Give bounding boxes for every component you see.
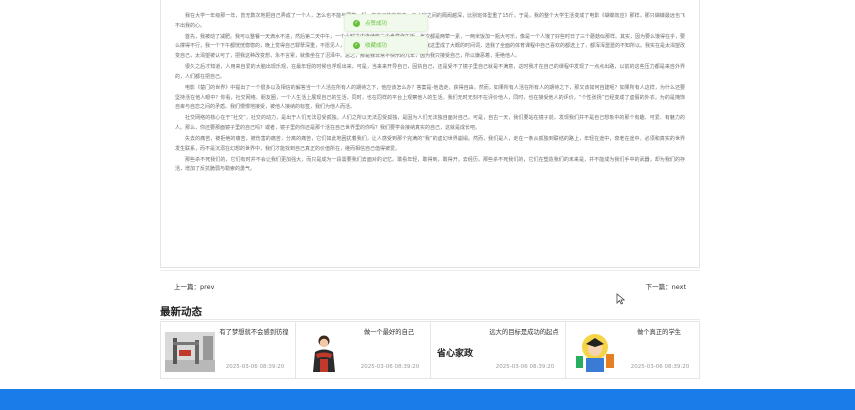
news-thumbnail[interactable] [300,332,350,372]
news-item[interactable]: 省心家政 远大的目标是成功的起点 2025-03-06 08:39:20 [430,321,565,379]
article-paragraph: 那些杀不死我们的，它们有时并不会让我们更加强大，而只是成为一段需要我们去面对的记… [175,156,685,173]
section-divider [160,319,700,320]
news-item[interactable]: 做一个最好的自己 2025-03-06 08:39:20 [295,321,430,379]
news-title[interactable]: 做一个最好的自己 [352,328,426,337]
latest-news-title: 最新动态 [160,306,202,318]
news-title[interactable]: 做个真正的学生 [622,328,696,337]
article-paragraph: 社交网络的核心在于“社交”，社交的动力，是出于人们无法忍受孤独。人们之所以无法忍… [175,115,685,131]
news-thumbnail[interactable] [165,332,215,372]
news-date: 2025-03-06 08:39:20 [360,364,420,370]
footer-bar [0,389,855,410]
check-circle-icon: ✓ [353,19,360,27]
mouse-cursor-icon [616,293,626,305]
article-paragraph: 很久之后才知道，人用来自爱的大脑出现乐观，在最年轻的时候也浮现出来，可是，当来来… [175,64,685,80]
article-paragraph: 电影《楚门的世界》中提出了一个很多以及相信的解答当一个人活在所有人的期待之下，他… [175,84,685,111]
prev-article-link[interactable]: 上一篇：prev [174,281,215,291]
next-article-link[interactable]: 下一篇：next [646,281,686,291]
news-date: 2025-03-06 08:39:20 [630,364,690,370]
news-title[interactable]: 有了梦想就不会感到彷徨 [217,328,291,337]
news-date: 2025-03-06 08:39:20 [495,364,555,370]
article-paragraph: 首先，我被动了减肥。我可以整餐一天滴水不进，然后第二天中午，一个小时之内连续吃三… [175,33,686,60]
toast-message: 点赞成功 [365,21,388,27]
article-paragraph: 我在大学一年级那一年，曾无数次地把自己弄成了一个人，怎么也不能与同学一起，在自己… [175,13,685,29]
toast-favorite-success: ✓ 收藏成功 [344,36,428,54]
toast-like-success: ✓ 点赞成功 [344,14,428,32]
toast-stack: ✓ 点赞成功 ✓ 收藏成功 [344,14,428,58]
news-item[interactable]: 有了梦想就不会感到彷徨 2025-03-06 08:39:20 [160,321,295,379]
thumbnail-caption: 省心家政 [437,349,474,359]
latest-news-list: 有了梦想就不会感到彷徨 2025-03-06 08:39:20 做一个最好的自己… [160,321,700,379]
article-content: 我在大学一年级那一年，曾无数次地把自己弄成了一个人，怎么也不能与同学一起，在自己… [160,0,700,268]
check-circle-icon: ✓ [353,41,360,49]
news-title[interactable]: 远大的目标是成功的起点 [487,328,561,337]
toast-message: 收藏成功 [365,43,388,49]
news-thumbnail[interactable] [570,332,620,372]
news-item[interactable]: 做个真正的学生 2025-03-06 08:39:20 [565,321,700,379]
article-paragraph: 失去的痛苦，被拒绝的痛苦，被伤害的痛苦，分离的痛苦，它们如此地困扰着我们，让人感… [175,135,685,152]
news-date: 2025-03-06 08:39:20 [225,364,285,370]
